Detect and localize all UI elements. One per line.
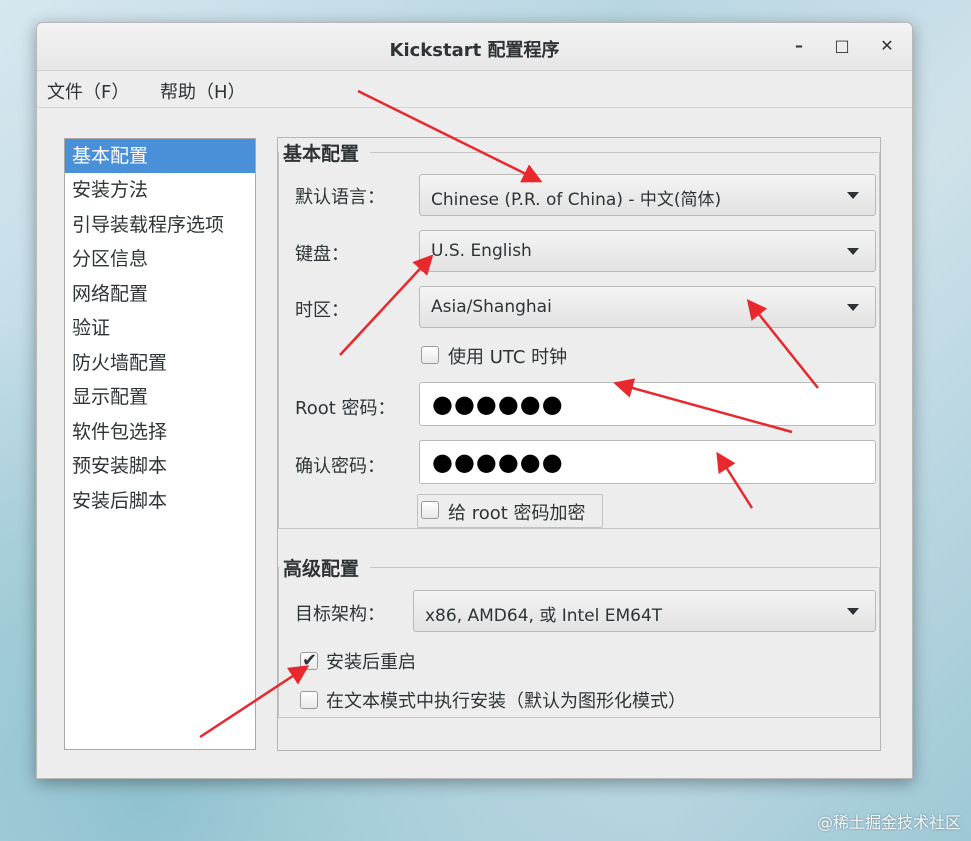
chevron-down-icon	[847, 192, 859, 199]
arch-value: x86, AMD64, 或 Intel EM64T	[425, 606, 663, 626]
confirm-password-label: 确认密码：	[295, 456, 385, 477]
textmode-label: 在文本模式中执行安装（默认为图形化模式）	[326, 691, 686, 712]
watermark: @稀土掘金技术社区	[816, 813, 961, 832]
settings-panel: 基本配置 默认语言： Chinese (P.R. of China) - 中文(…	[277, 137, 881, 751]
checkmark-icon: ✔	[302, 650, 318, 671]
language-value: Chinese (P.R. of China) - 中文(简体)	[431, 190, 722, 210]
timezone-combo[interactable]: Asia/Shanghai	[419, 286, 876, 328]
sidebar-list: 基本配置 安装方法 引导装载程序选项 分区信息 网络配置 验证 防火墙配置 显示…	[64, 138, 256, 750]
sidebar-item-bootloader[interactable]: 引导装载程序选项	[65, 208, 255, 242]
encrypt-checkbox[interactable]	[421, 501, 439, 519]
maximize-icon[interactable]: □	[829, 33, 855, 59]
confirm-password-input[interactable]: ●●●●●●	[419, 440, 876, 484]
confirm-password-value: ●●●●●●	[432, 448, 564, 476]
reboot-label: 安装后重启	[326, 652, 416, 673]
close-icon[interactable]: ✕	[874, 33, 900, 59]
utc-checkbox[interactable]	[421, 346, 439, 364]
language-combo[interactable]: Chinese (P.R. of China) - 中文(简体)	[419, 174, 876, 216]
sidebar-item-packages[interactable]: 软件包选择	[65, 415, 255, 449]
sidebar-item-pre-script[interactable]: 预安装脚本	[65, 449, 255, 483]
textmode-checkbox[interactable]	[300, 691, 318, 709]
sidebar-item-auth[interactable]: 验证	[65, 311, 255, 345]
timezone-value: Asia/Shanghai	[431, 297, 552, 317]
menu-bar: 文件（F） 帮助（H）	[37, 71, 912, 108]
utc-label: 使用 UTC 时钟	[448, 347, 568, 368]
sidebar-item-network[interactable]: 网络配置	[65, 277, 255, 311]
chevron-down-icon	[847, 304, 859, 311]
arch-label: 目标架构：	[295, 604, 385, 625]
menu-file[interactable]: 文件（F）	[47, 78, 129, 104]
root-password-label: Root 密码：	[295, 398, 396, 419]
keyboard-value: U.S. English	[431, 241, 532, 261]
kickstart-window: Kickstart 配置程序 – □ ✕ 文件（F） 帮助（H） 基本配置 安装…	[36, 22, 913, 779]
chevron-down-icon	[847, 248, 859, 255]
language-label: 默认语言：	[295, 187, 385, 208]
encrypt-label: 给 root 密码加密	[448, 503, 586, 524]
reboot-checkbox[interactable]: ✔	[300, 650, 318, 671]
sidebar-item-post-script[interactable]: 安装后脚本	[65, 484, 255, 518]
chevron-down-icon	[847, 608, 859, 615]
basic-group-title: 基本配置	[279, 139, 364, 166]
timezone-label: 时区：	[295, 300, 349, 321]
root-password-input[interactable]: ●●●●●●	[419, 382, 876, 426]
window-title: Kickstart 配置程序	[389, 40, 560, 61]
sidebar-item-partition[interactable]: 分区信息	[65, 242, 255, 276]
advanced-group-title: 高级配置	[279, 554, 364, 581]
keyboard-label: 键盘：	[295, 244, 349, 265]
menu-help[interactable]: 帮助（H）	[160, 78, 246, 104]
sidebar-item-basic-config[interactable]: 基本配置	[65, 139, 255, 173]
sidebar-item-firewall[interactable]: 防火墙配置	[65, 346, 255, 380]
arch-combo[interactable]: x86, AMD64, 或 Intel EM64T	[413, 590, 876, 632]
minimize-icon[interactable]: –	[786, 33, 812, 59]
sidebar-item-install-method[interactable]: 安装方法	[65, 173, 255, 207]
sidebar-item-display[interactable]: 显示配置	[65, 380, 255, 414]
title-bar[interactable]: Kickstart 配置程序 – □ ✕	[37, 23, 912, 71]
keyboard-combo[interactable]: U.S. English	[419, 230, 876, 272]
root-password-value: ●●●●●●	[432, 390, 564, 418]
